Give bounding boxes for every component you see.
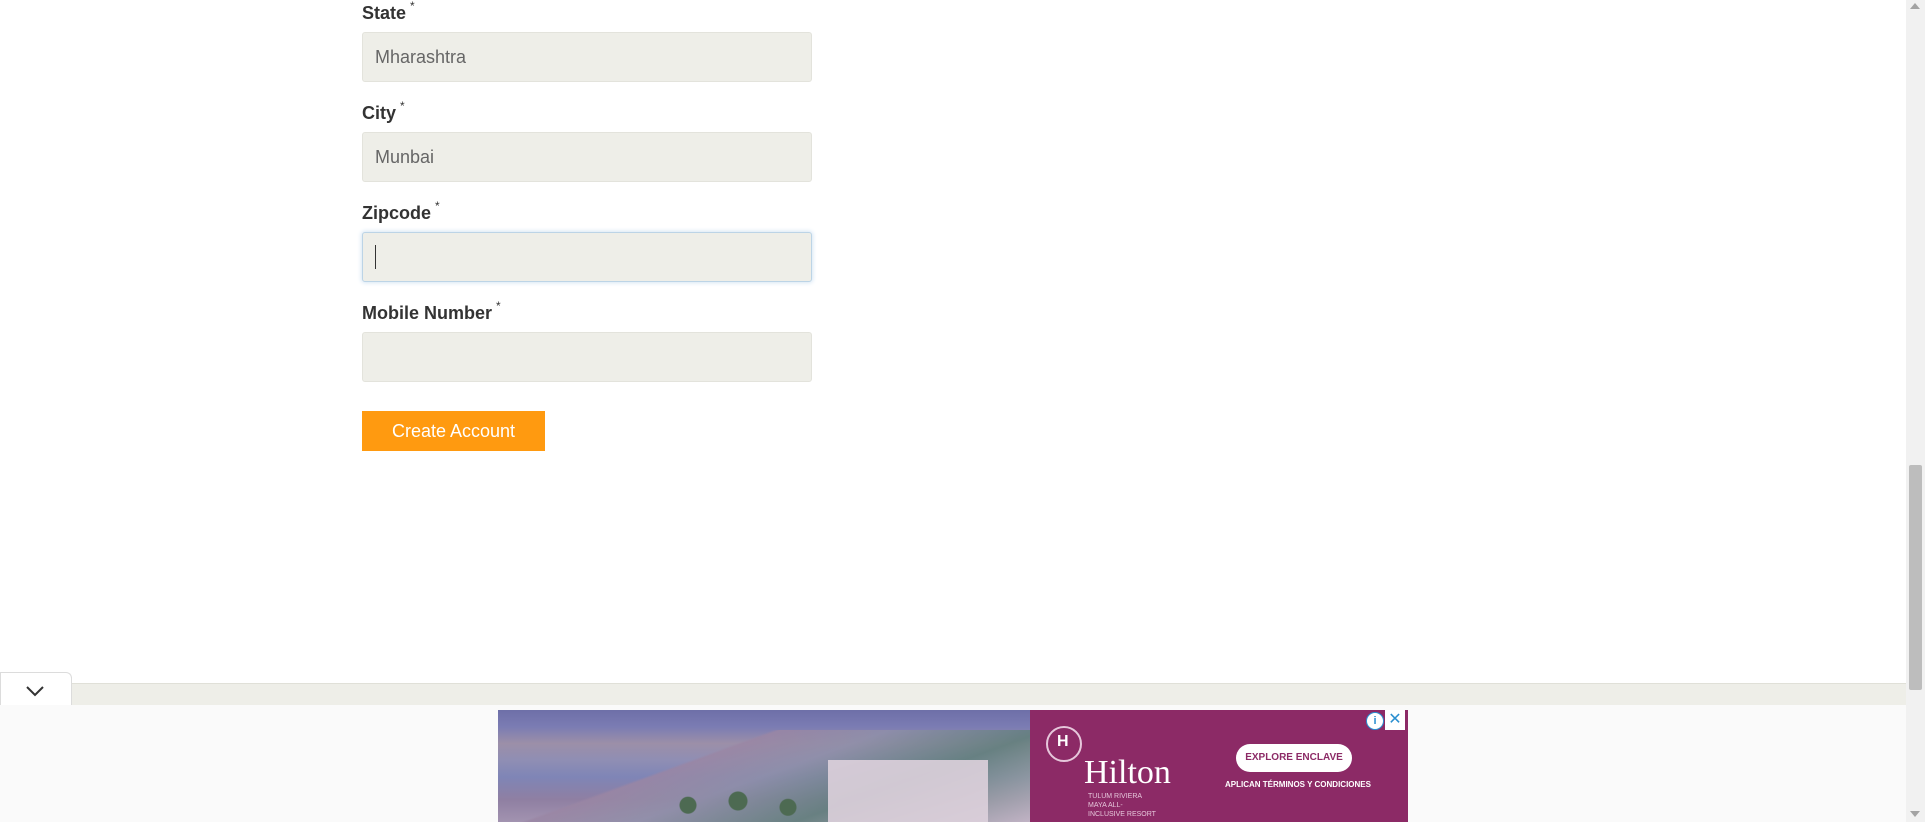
info-icon[interactable]: i (1366, 712, 1384, 730)
collapse-ad-button[interactable] (0, 672, 72, 707)
state-label: State * (362, 0, 415, 24)
ad-resort-photo (498, 710, 1030, 822)
hilton-logo-icon: H (1046, 726, 1082, 762)
state-label-text: State (362, 3, 407, 23)
scrollbar-thumb[interactable] (1909, 465, 1922, 690)
hilton-advertisement[interactable]: H Hilton TULUM RIVIERA MAYA ALL-INCLUSIV… (498, 710, 1408, 822)
city-label: City * (362, 99, 405, 124)
required-asterisk: * (435, 199, 440, 213)
hilton-brand-subtitle: TULUM RIVIERA MAYA ALL-INCLUSIVE RESORT (1088, 793, 1156, 818)
hilton-brand-name: Hilton (1084, 754, 1171, 791)
mobile-number-label-text: Mobile Number (362, 303, 493, 323)
zipcode-label: Zipcode * (362, 199, 440, 224)
required-asterisk: * (400, 99, 405, 113)
state-input[interactable] (362, 32, 812, 82)
ad-resort-building (828, 760, 988, 822)
explore-enclave-button[interactable]: EXPLORE ENCLAVE (1236, 744, 1352, 772)
required-asterisk: * (496, 299, 501, 313)
ad-terms-text: APLICAN TÉRMINOS Y CONDICIONES (1225, 780, 1371, 789)
close-icon[interactable]: ✕ (1385, 710, 1405, 730)
hilton-logo-letter: H (1057, 733, 1069, 750)
vertical-scrollbar[interactable] (1906, 0, 1925, 822)
city-input[interactable] (362, 132, 812, 182)
ad-anchor-strip (0, 683, 1906, 705)
chevron-down-icon (26, 686, 44, 697)
required-asterisk: * (410, 0, 415, 13)
create-account-button[interactable]: Create Account (362, 411, 545, 451)
mobile-number-input[interactable] (362, 332, 812, 382)
scroll-down-arrow-icon[interactable] (1910, 811, 1920, 817)
zipcode-label-text: Zipcode (362, 203, 432, 223)
city-label-text: City (362, 103, 397, 123)
text-caret (375, 245, 376, 269)
mobile-number-label: Mobile Number * (362, 299, 501, 324)
zipcode-input[interactable] (362, 232, 812, 282)
ad-palm-trees (648, 780, 848, 822)
scroll-up-arrow-icon[interactable] (1910, 3, 1920, 9)
